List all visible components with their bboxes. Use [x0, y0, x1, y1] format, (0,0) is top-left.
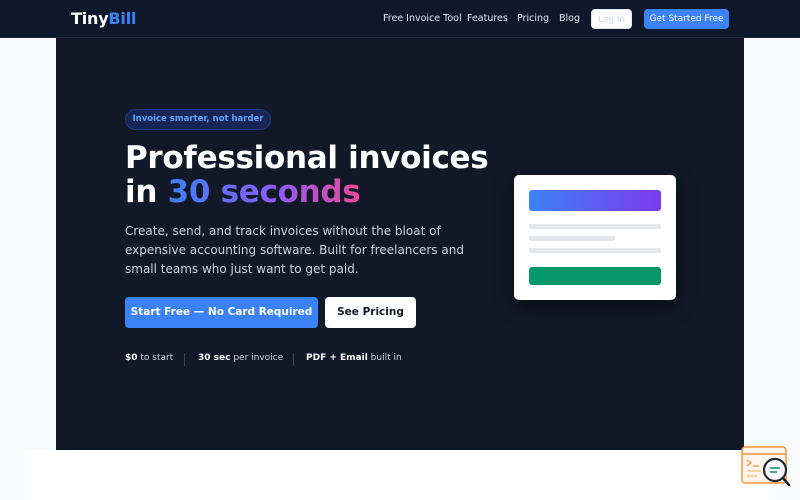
hero-subtext: Create, send, and track invoices without… — [125, 224, 464, 276]
help-widget[interactable] — [741, 446, 791, 487]
stat-formats-label: built in — [367, 353, 402, 363]
stat-price: $0 to start — [125, 353, 173, 363]
hero-headline: Professional invoices in 30 seconds — [125, 141, 545, 209]
stat-formats: PDF + Email built in — [306, 353, 402, 363]
get-started-button[interactable]: Get Started Free — [644, 9, 729, 29]
top-navbar: TinyBill Free Invoice Tool Features Pric… — [0, 0, 800, 38]
brand-name-part1: Tiny — [71, 9, 109, 28]
illustration-line — [529, 224, 661, 229]
headline-line1: Professional invoices — [125, 140, 489, 176]
nav-link-features[interactable]: Features — [467, 13, 508, 24]
stat-divider — [184, 353, 185, 366]
start-free-button[interactable]: Start Free — No Card Required — [125, 297, 318, 328]
brand-logo[interactable]: TinyBill — [71, 9, 136, 28]
nav-link-free-invoice-tool[interactable]: Free Invoice Tool — [383, 13, 462, 24]
hero-badge: Invoice smarter, not harder — [125, 109, 271, 130]
illustration-line — [529, 236, 615, 241]
illustration-header-bar — [529, 190, 661, 211]
headline-line2-prefix: in — [125, 174, 168, 210]
next-section — [24, 450, 776, 500]
illustration-total-bar — [529, 267, 661, 285]
brand-name-part2: Bill — [108, 9, 137, 28]
stat-price-label: to start — [137, 353, 174, 363]
stat-speed-label: per invoice — [230, 353, 284, 363]
stat-speed: 30 sec per invoice — [198, 353, 283, 363]
nav-link-blog[interactable]: Blog — [559, 13, 580, 24]
stat-divider — [293, 353, 294, 366]
search-chat-icon — [741, 446, 791, 487]
stat-price-value: $0 — [125, 353, 138, 363]
stat-formats-value: PDF + Email — [306, 353, 368, 363]
stat-speed-value: 30 sec — [198, 353, 231, 363]
login-button[interactable]: Log In — [591, 9, 632, 29]
nav-link-pricing[interactable]: Pricing — [517, 13, 549, 24]
hero-section: Invoice smarter, not harder Professional… — [56, 38, 744, 450]
headline-highlight: 30 seconds — [167, 174, 361, 210]
invoice-illustration — [514, 175, 676, 300]
illustration-line — [529, 248, 661, 253]
see-pricing-button[interactable]: See Pricing — [325, 297, 416, 328]
